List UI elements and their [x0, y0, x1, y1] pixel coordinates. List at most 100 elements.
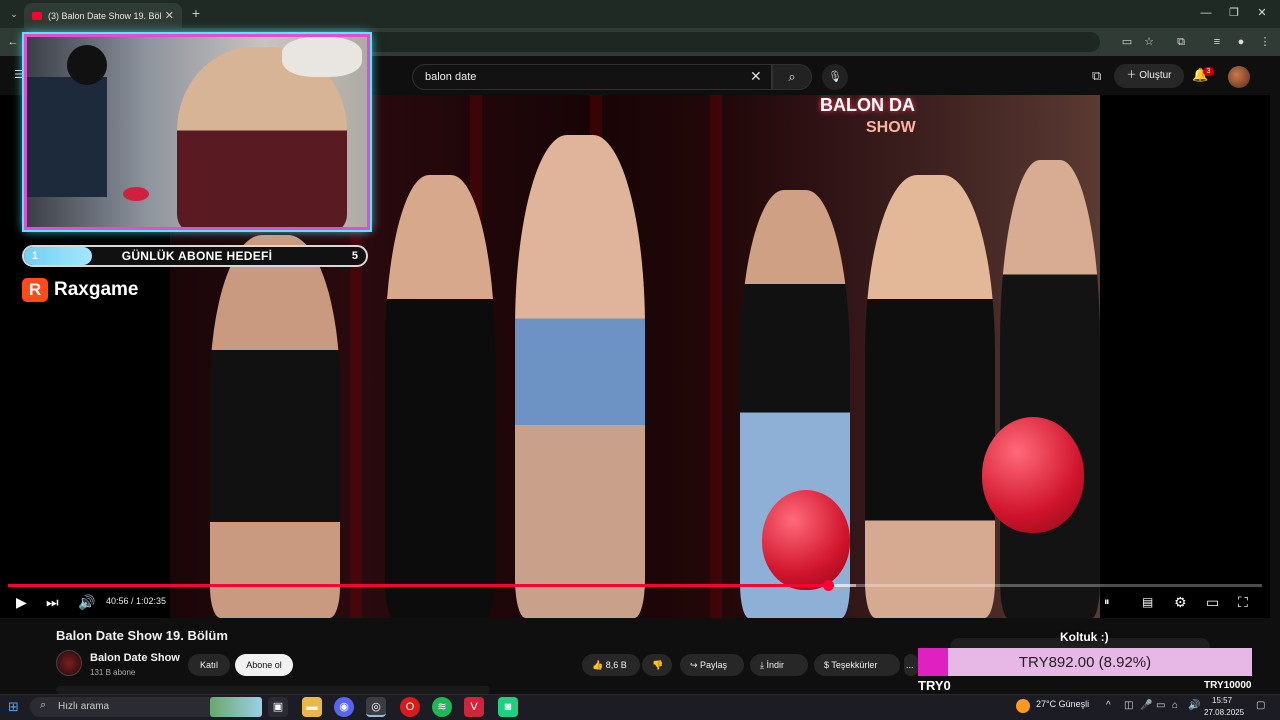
thumbs-down-icon: 👎 — [652, 660, 664, 670]
donation-goal-title: Koltuk :) — [1060, 630, 1109, 644]
file-explorer-icon[interactable]: ▬ — [302, 697, 322, 717]
donation-start-label: TRY0 — [918, 678, 951, 693]
share-button[interactable]: ↪ Paylaş — [680, 654, 744, 676]
settings-gear-icon[interactable]: ⚙ — [1174, 593, 1187, 611]
like-count: 8,6 B — [605, 660, 627, 670]
goal-target: 5 — [351, 250, 358, 262]
more-actions-button[interactable]: ... — [904, 654, 918, 676]
opera-icon[interactable]: O — [400, 697, 420, 717]
person-figure — [385, 175, 495, 618]
subtitles-icon[interactable]: ▤ — [1142, 593, 1153, 611]
next-video-icon[interactable]: ⏭ — [46, 593, 59, 611]
clock-date[interactable]: 27.08.2025 — [1204, 708, 1244, 717]
progress-played — [8, 584, 829, 587]
subscriber-goal-bar: GÜNLÜK ABONE HEDEFİ 1 5 — [22, 245, 368, 267]
goal-label: GÜNLÜK ABONE HEDEFİ — [121, 249, 273, 263]
curtain-fold — [710, 95, 722, 618]
person-figure — [515, 135, 645, 618]
valorant-icon[interactable]: V — [464, 697, 484, 717]
create-button[interactable]: ＋ Oluştur — [1114, 64, 1184, 88]
goal-current: 1 — [32, 250, 39, 262]
thanks-label: Teşekkürler — [831, 660, 878, 670]
volume-icon[interactable]: 🔊 — [78, 593, 95, 611]
notification-badge: 3 — [1203, 67, 1214, 76]
back-arrow-icon[interactable]: ← — [4, 33, 22, 51]
autoplay-toggle[interactable]: ⏸ — [1104, 593, 1110, 611]
cat-ear-headphones — [282, 37, 362, 77]
channel-avatar[interactable] — [56, 650, 82, 676]
notification-center-icon[interactable]: ▢ — [1256, 700, 1265, 711]
microphone-icon[interactable]: 🎙 — [822, 64, 848, 90]
tray-mic-icon[interactable]: 🎤 — [1140, 700, 1152, 711]
raxgame-brand-text: Raxgame — [54, 279, 139, 300]
reading-list-icon[interactable]: ≡ — [1208, 33, 1226, 51]
playback-time: 40:56 / 1:02:35 — [106, 596, 167, 606]
donation-amount: TRY892.00 (8.92%) — [1018, 654, 1152, 671]
windows-start-icon[interactable]: ⊞ — [8, 699, 19, 715]
close-window-icon[interactable]: ✕ — [1252, 5, 1272, 21]
create-label: Oluştur — [1139, 70, 1172, 81]
theater-mode-icon[interactable]: ▭ — [1206, 593, 1219, 611]
play-icon[interactable]: ▶ — [16, 593, 27, 611]
discord-icon[interactable]: ◉ — [334, 697, 354, 717]
share-label: Paylaş — [700, 660, 728, 670]
person-figure — [210, 235, 340, 618]
microphone-shape — [67, 45, 107, 85]
tray-display-icon[interactable]: ▭ — [1156, 700, 1165, 711]
raxgame-logo-icon: R — [22, 278, 48, 302]
streamer-webcam-overlay — [24, 34, 370, 230]
fullscreen-icon[interactable]: ⛶ — [1238, 593, 1248, 611]
thanks-button[interactable]: $ Teşekkürler — [814, 654, 900, 676]
menu-kebab-icon[interactable]: ⋮ — [1256, 33, 1274, 51]
browser-tab-active[interactable]: (3) Balon Date Show 19. Bölüm ✕ — [24, 3, 182, 28]
thumbs-up-icon: 👍 — [592, 660, 606, 670]
cast-icon[interactable]: ⧉ — [1092, 68, 1101, 84]
red-balloon — [762, 490, 850, 590]
spotify-icon[interactable]: ≋ — [432, 697, 452, 717]
neon-sign-text: BALON DA — [820, 95, 915, 115]
video-title: Balon Date Show 19. Bölüm — [56, 628, 228, 643]
task-view-icon[interactable]: ▣ — [268, 697, 288, 717]
dislike-button[interactable]: 👎 — [642, 654, 672, 676]
bookmark-star-icon[interactable]: ☆ — [1140, 33, 1158, 51]
speaker-icon[interactable]: 🔊 — [1188, 700, 1200, 711]
tab-close-icon[interactable]: ✕ — [165, 9, 174, 22]
minimize-icon[interactable]: — — [1196, 5, 1216, 21]
mouse-shape — [123, 187, 149, 201]
download-button[interactable]: ⤓ İndir — [750, 654, 808, 676]
clock-time[interactable]: 15:57 — [1212, 696, 1232, 705]
youtube-favicon-icon — [32, 11, 42, 20]
tray-expand-icon[interactable]: ^ — [1106, 700, 1111, 711]
chrome-icon[interactable]: ◎ — [366, 697, 386, 717]
person-figure — [865, 175, 995, 618]
search-icon[interactable]: ⌕ — [772, 64, 812, 90]
weather-text[interactable]: 27°C Güneşli — [1036, 699, 1089, 709]
clear-search-icon[interactable]: ✕ — [750, 68, 762, 85]
person-figure — [1000, 160, 1100, 618]
extensions-icon[interactable]: ⧉ — [1172, 33, 1190, 51]
progress-bar[interactable] — [8, 584, 1262, 587]
new-tab-button[interactable]: + — [188, 5, 204, 21]
tab-search-button[interactable]: ⌄ — [6, 6, 22, 22]
profile-icon[interactable]: ● — [1232, 33, 1250, 51]
subscribe-button[interactable]: Abone ol — [235, 654, 293, 676]
donation-goal-bar: TRY892.00 (8.92%) — [918, 648, 1252, 676]
share-arrow-icon: ↪ — [690, 660, 701, 670]
plus-icon: ＋ — [1126, 70, 1140, 81]
cast-screen-icon[interactable]: ▭ — [1118, 33, 1136, 51]
restore-icon[interactable]: ❐ — [1224, 5, 1244, 21]
neon-sign-subtext: SHOW — [866, 119, 916, 136]
donation-goal-label: TRY10000 — [1204, 680, 1252, 691]
join-button[interactable]: Katıl — [188, 654, 230, 676]
channel-name[interactable]: Balon Date Show — [90, 652, 180, 664]
network-icon[interactable]: ⌂ — [1172, 700, 1178, 711]
tray-app-icon[interactable]: ◫ — [1124, 700, 1133, 711]
like-button[interactable]: 👍 8,6 B — [582, 654, 640, 676]
search-input[interactable]: balon date — [412, 64, 772, 90]
account-avatar[interactable] — [1228, 66, 1250, 88]
weather-sun-icon — [1016, 699, 1030, 713]
description-strip — [56, 686, 490, 694]
red-balloon — [982, 417, 1084, 533]
monitor-shape — [27, 77, 107, 197]
app-icon[interactable]: ◙ — [498, 697, 518, 717]
